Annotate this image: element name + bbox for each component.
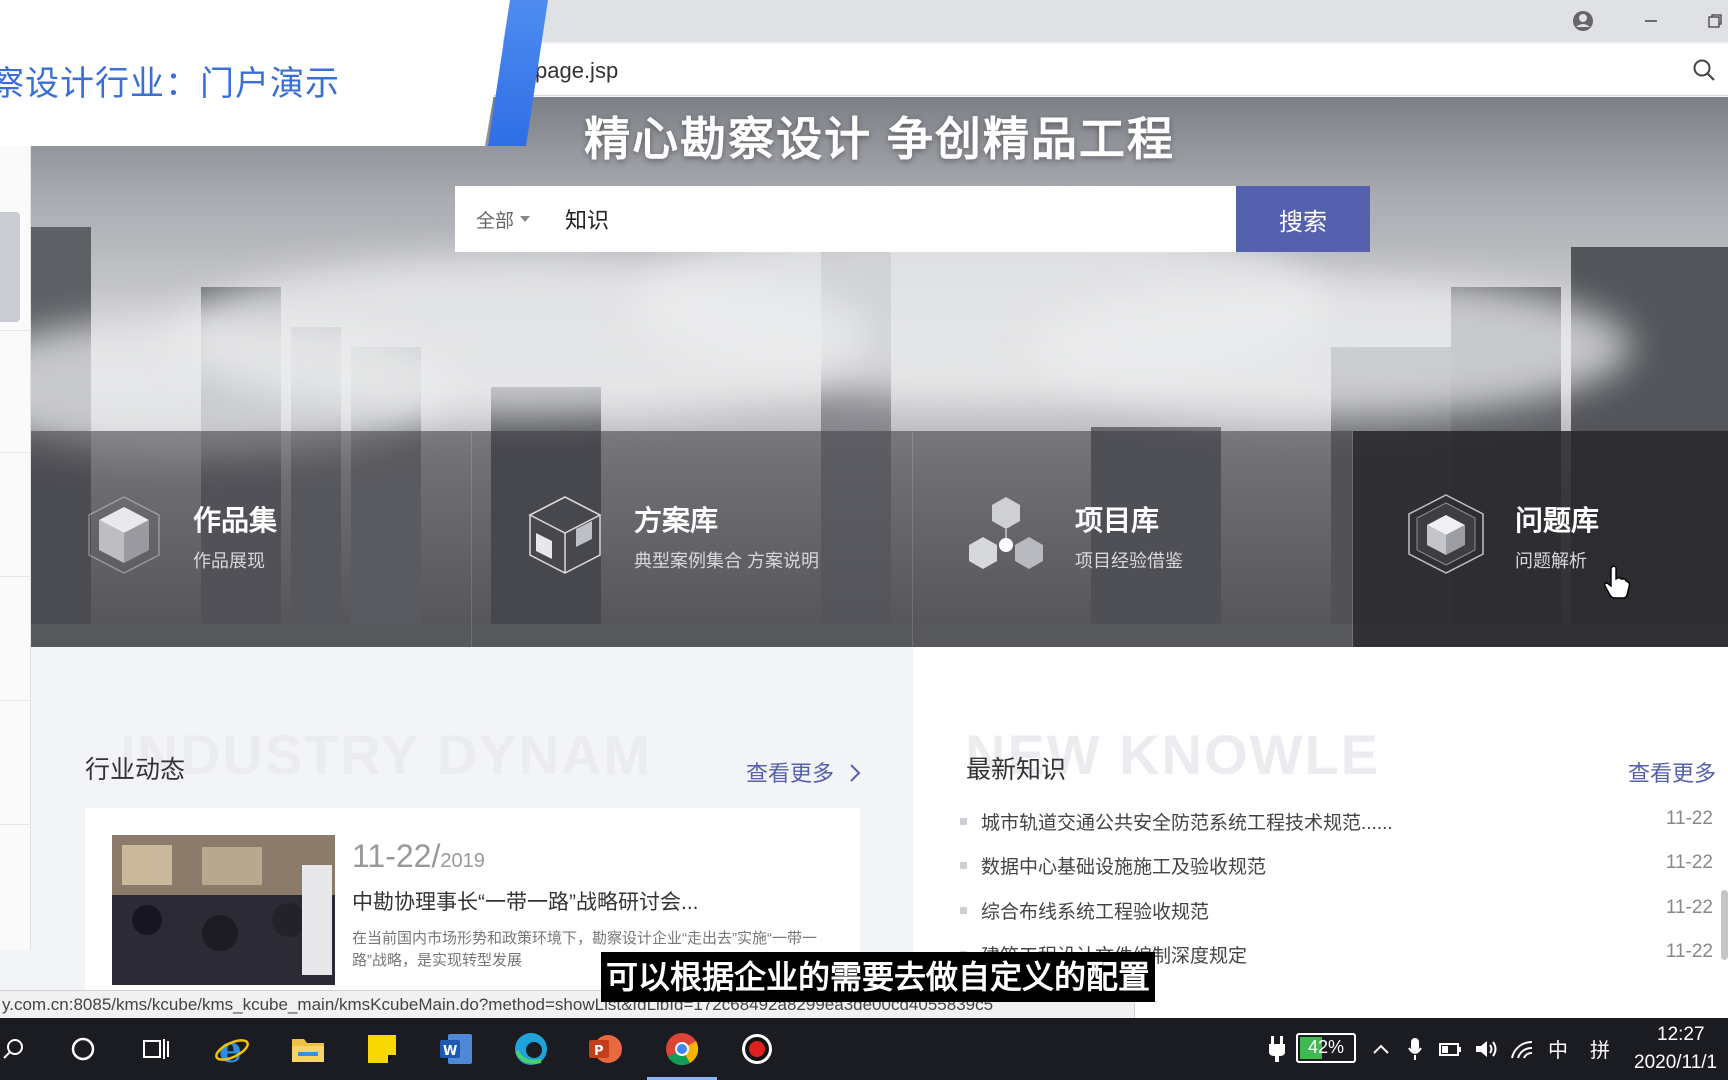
bullet xyxy=(960,862,967,869)
task-view-icon[interactable] xyxy=(133,1027,179,1071)
sticky-notes-icon[interactable] xyxy=(359,1027,405,1071)
industry-title: 行业动态 xyxy=(85,756,186,784)
box-outline-icon xyxy=(528,496,602,574)
cube-icon xyxy=(88,496,160,574)
industry-watermark: INDUSTRY DYNAM xyxy=(120,723,653,786)
bullet xyxy=(960,907,967,914)
ime-mode[interactable]: 中 xyxy=(1548,1034,1568,1063)
cluster-icon xyxy=(969,497,1043,569)
ime-pinyin[interactable]: 拼 xyxy=(1590,1034,1610,1063)
category-questions[interactable]: 问题库 问题解析 xyxy=(1353,431,1728,647)
taskbar: e W P 42% 中 拼 12:27 2020/11/1 xyxy=(0,1018,1728,1080)
search-icon[interactable] xyxy=(1690,56,1718,84)
battery-saver-icon[interactable] xyxy=(1436,1027,1466,1071)
category-subtitle: 项目经验借鉴 xyxy=(1075,551,1183,571)
category-plans[interactable]: 方案库 典型案例集合 方案说明 xyxy=(472,431,912,647)
wifi-icon[interactable] xyxy=(1508,1027,1538,1071)
hexagon-cube-icon xyxy=(1408,494,1484,574)
knowledge-item-date: 11-22 xyxy=(1665,808,1713,829)
chevron-right-icon xyxy=(850,764,861,782)
powerpoint-icon[interactable]: P xyxy=(582,1027,628,1071)
category-projects[interactable]: 项目库 项目经验借鉴 xyxy=(913,431,1353,647)
category-subtitle: 作品展现 xyxy=(193,551,265,571)
category-works[interactable]: 作品集 作品展现 xyxy=(31,431,471,647)
category-subtitle: 典型案例集合 方案说明 xyxy=(634,551,819,571)
clock-date[interactable]: 2020/11/1 xyxy=(1634,1052,1717,1074)
news-title[interactable]: 中勘协理事长“一带一路”战略研讨会... xyxy=(352,886,699,916)
battery-indicator[interactable]: 42% xyxy=(1296,1033,1356,1063)
clock-time[interactable]: 12:27 xyxy=(1657,1024,1705,1046)
knowledge-item-title[interactable]: 数据中心基础设施施工及验收规范 xyxy=(981,852,1266,879)
internet-explorer-icon[interactable]: e xyxy=(209,1027,255,1071)
record-icon[interactable] xyxy=(734,1027,780,1071)
knowledge-item-date: 11-22 xyxy=(1665,852,1713,873)
edge-icon[interactable] xyxy=(508,1027,554,1071)
news-date: 11-22/2019 xyxy=(352,838,485,874)
page-scrollbar[interactable] xyxy=(1721,890,1728,960)
profile-icon[interactable] xyxy=(1568,6,1598,36)
knowledge-item-title[interactable]: 综合布线系统工程验收规范 xyxy=(981,897,1209,924)
more-label: 查看更多 xyxy=(746,761,835,786)
knowledge-item-date: 11-22 xyxy=(1665,897,1713,918)
knowledge-item-title[interactable]: 城市轨道交通公共安全防范系统工程技术规范...... xyxy=(981,808,1393,835)
category-title: 问题库 xyxy=(1515,505,1600,536)
chevron-up-icon[interactable] xyxy=(1366,1027,1396,1071)
category-subtitle: 问题解析 xyxy=(1515,551,1587,571)
news-year: 2019 xyxy=(440,850,485,872)
news-thumbnail[interactable] xyxy=(112,835,335,985)
knowledge-title: 最新知识 xyxy=(966,756,1067,784)
volume-icon[interactable] xyxy=(1472,1027,1502,1071)
video-title: 察设计行业：门户演示 xyxy=(0,65,340,103)
hero-banner: 精心勘察设计 争创精品工程 全部 搜索 作品集 作品展现 xyxy=(31,97,1728,647)
category-title: 方案库 xyxy=(634,505,719,536)
side-panel xyxy=(0,140,31,950)
knowledge-item[interactable]: 数据中心基础设施施工及验收规范 11-22 xyxy=(960,850,1713,880)
knowledge-item-date: 11-22 xyxy=(1665,941,1713,962)
chrome-icon[interactable] xyxy=(659,1027,705,1071)
svg-text:P: P xyxy=(594,1044,604,1059)
file-explorer-icon[interactable] xyxy=(285,1027,331,1071)
bullet xyxy=(960,818,967,825)
hand-cursor-icon xyxy=(1604,565,1630,599)
address-text[interactable]: page.jsp xyxy=(535,58,618,84)
screen: page.jsp 精心勘察设计 争创精品工程 全部 搜索 xyxy=(0,0,1728,1080)
knowledge-item[interactable]: 城市轨道交通公共安全防范系统工程技术规范...... 11-22 xyxy=(960,806,1713,836)
restore-icon[interactable] xyxy=(1700,6,1728,36)
minimize-icon[interactable] xyxy=(1636,6,1666,36)
search-scope-select[interactable]: 全部 xyxy=(455,186,551,252)
search-scope-label: 全部 xyxy=(475,210,514,232)
search-button[interactable]: 搜索 xyxy=(1236,186,1370,252)
chevron-down-icon xyxy=(520,216,530,222)
knowledge-more-link[interactable]: 查看更多 xyxy=(1628,756,1716,788)
word-icon[interactable]: W xyxy=(433,1027,479,1071)
svg-text:W: W xyxy=(443,1044,457,1059)
power-plug-icon[interactable] xyxy=(1262,1027,1292,1071)
knowledge-item[interactable]: 综合布线系统工程验收规范 11-22 xyxy=(960,895,1713,925)
industry-more-link[interactable]: 查看更多 xyxy=(746,756,862,788)
category-title: 项目库 xyxy=(1075,505,1160,536)
side-panel-tab[interactable] xyxy=(0,212,20,322)
video-subtitle: 可以根据企业的需要去做自定义的配置 xyxy=(601,952,1156,1002)
search-box: 全部 搜索 xyxy=(455,186,1370,252)
cortana-icon[interactable] xyxy=(60,1027,106,1071)
category-title: 作品集 xyxy=(193,505,278,536)
video-title-card: 察设计行业：门户演示 xyxy=(0,0,510,146)
search-icon[interactable] xyxy=(0,1027,36,1071)
search-input[interactable] xyxy=(555,186,1265,252)
battery-percent: 42% xyxy=(1307,1037,1345,1057)
microphone-icon[interactable] xyxy=(1400,1027,1430,1071)
